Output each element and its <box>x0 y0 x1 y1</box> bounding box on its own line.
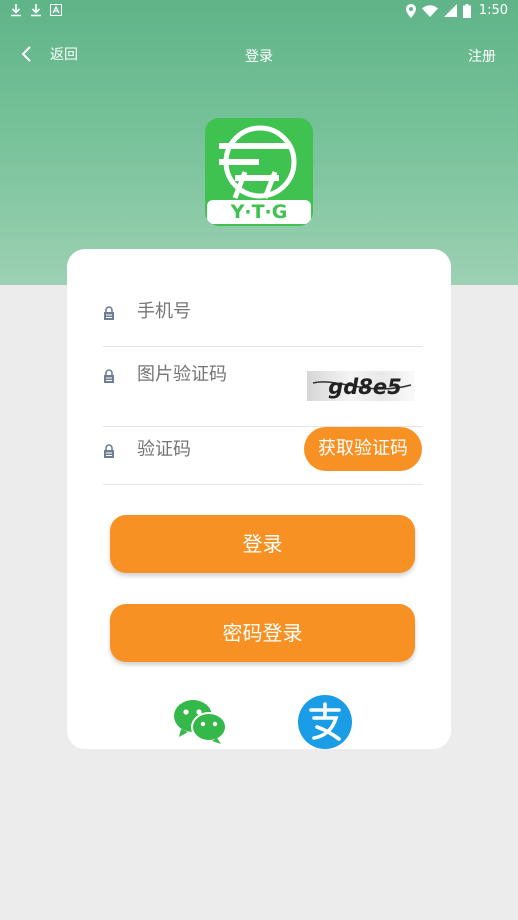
captcha-text: gd8e5 <box>328 375 402 399</box>
download-icon <box>31 4 41 17</box>
battery-icon <box>462 3 471 18</box>
login-button[interactable]: 登录 <box>110 515 415 573</box>
lock-icon <box>104 306 114 320</box>
download-icon <box>11 4 21 17</box>
wechat-icon <box>174 700 227 744</box>
get-code-button[interactable]: 获取验证码 <box>304 427 422 471</box>
app-logo: Y·T·G <box>205 118 313 226</box>
register-link[interactable]: 注册 <box>468 46 496 66</box>
page-title: 登录 <box>245 49 273 65</box>
image-code-input[interactable] <box>137 364 297 385</box>
location-icon <box>405 3 416 18</box>
alipay-login-button[interactable] <box>297 694 353 750</box>
login-card: gd8e5 获取验证码 登录 密码登录 <box>67 249 451 749</box>
lock-icon <box>104 444 114 458</box>
captcha-image[interactable]: gd8e5 <box>307 371 415 401</box>
phone-field <box>103 289 423 347</box>
lock-icon <box>104 369 114 383</box>
app-notification-icon <box>50 4 62 16</box>
nav-bar: 返回 登录 注册 <box>0 38 518 72</box>
status-bar: 1:50 <box>0 0 518 24</box>
cell-signal-icon <box>443 4 457 17</box>
status-time: 1:50 <box>478 3 508 18</box>
wifi-icon <box>421 4 438 17</box>
alipay-icon <box>298 695 352 749</box>
sms-code-input[interactable] <box>137 439 257 460</box>
password-login-button[interactable]: 密码登录 <box>110 604 415 662</box>
phone-input[interactable] <box>137 301 297 322</box>
logo-text: Y·T·G <box>230 201 288 223</box>
wechat-login-button[interactable] <box>173 699 227 745</box>
logo-emblem-icon: Y·T·G <box>207 125 311 224</box>
